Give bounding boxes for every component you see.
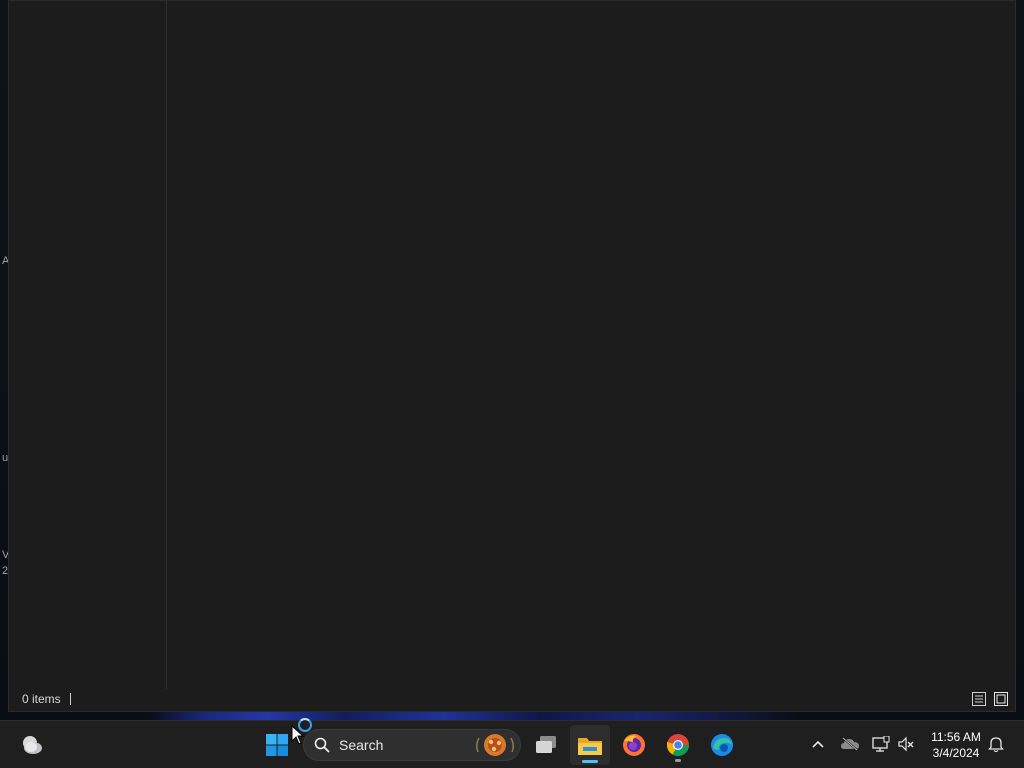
system-clock[interactable]: 11:56 AM 3/4/2024	[926, 729, 986, 761]
volume-muted-icon[interactable]	[896, 733, 918, 755]
status-bar: 0 items	[9, 687, 1015, 711]
file-explorer-icon[interactable]	[570, 725, 610, 765]
taskbar-search-box[interactable]: Search	[303, 729, 521, 761]
bell-icon[interactable]	[985, 733, 1007, 755]
search-icon	[314, 737, 330, 753]
mouse-pointer-icon	[291, 725, 305, 745]
task-view-icon[interactable]	[526, 725, 566, 765]
item-count-label: 0 items	[22, 692, 61, 706]
chrome-icon[interactable]	[658, 725, 698, 765]
navigation-pane[interactable]	[9, 1, 167, 689]
clock-time: 11:56 AM	[931, 730, 981, 744]
large-icons-view-icon[interactable]	[993, 691, 1009, 707]
details-view-icon[interactable]	[971, 691, 987, 707]
taskbar: Search 11:56 AM 3/4/2024	[0, 720, 1024, 768]
file-explorer-window[interactable]: 0 items	[8, 0, 1016, 712]
active-indicator	[582, 760, 598, 763]
chevron-up-icon[interactable]	[807, 733, 829, 755]
search-label: Search	[339, 737, 384, 753]
edge-icon[interactable]	[702, 725, 742, 765]
file-list-pane[interactable]	[167, 1, 1015, 689]
clock-date: 3/4/2024	[932, 746, 980, 760]
search-highlight-icon	[475, 734, 515, 756]
firefox-icon[interactable]	[614, 725, 654, 765]
status-separator	[69, 693, 71, 705]
onedrive-icon[interactable]	[839, 733, 861, 755]
running-indicator	[675, 759, 681, 762]
view-toggle-group	[971, 691, 1009, 707]
network-icon[interactable]	[870, 733, 892, 755]
widgets-weather-icon[interactable]	[12, 725, 52, 765]
